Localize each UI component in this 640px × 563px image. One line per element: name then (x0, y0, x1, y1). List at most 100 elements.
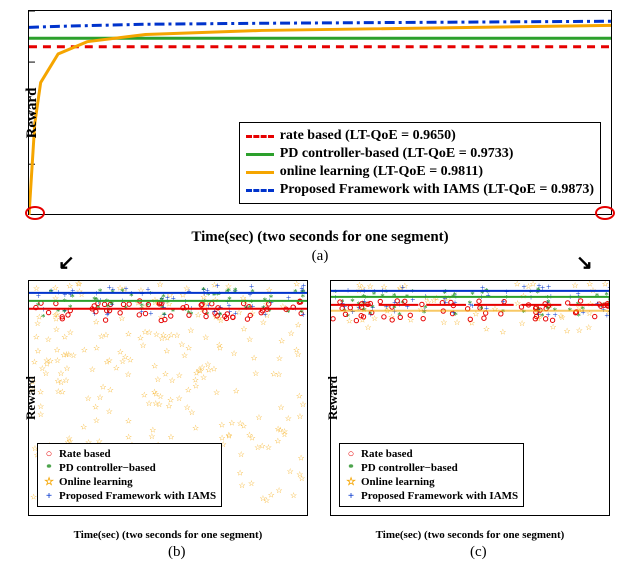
svg-text:*: * (148, 290, 153, 300)
chart-b-xlabel: Time(sec) (two seconds for one segment) (74, 529, 263, 541)
svg-text:*: * (68, 303, 73, 313)
svg-text:☆: ☆ (185, 343, 192, 352)
svg-text:☆: ☆ (281, 430, 288, 439)
chart-c-xlabel: Time(sec) (two seconds for one segment) (376, 529, 565, 541)
svg-text:*: * (41, 312, 46, 322)
svg-text:☆: ☆ (141, 390, 148, 399)
svg-text:☆: ☆ (187, 326, 194, 335)
svg-text:☆: ☆ (53, 325, 60, 334)
svg-text:☆: ☆ (585, 323, 592, 332)
svg-text:☆: ☆ (295, 320, 302, 329)
chart-a-ylabel: Reward (24, 87, 41, 138)
caption-c: (c) (470, 544, 487, 561)
svg-text:☆: ☆ (514, 299, 521, 308)
arrow-icon: ↘ (576, 250, 593, 275)
svg-text:☆: ☆ (99, 383, 106, 392)
svg-text:☆: ☆ (54, 377, 61, 386)
svg-text:☆: ☆ (151, 361, 158, 370)
svg-text:+: + (140, 289, 145, 299)
svg-text:☆: ☆ (270, 369, 277, 378)
svg-text:☆: ☆ (248, 479, 255, 488)
chart-c-legend: ○Rate based *PD controller−based ☆Online… (339, 443, 524, 507)
legend-c-item-0: Rate based (361, 448, 413, 460)
svg-text:☆: ☆ (298, 474, 305, 483)
legend-c-item-2: Online learning (361, 476, 435, 488)
svg-text:*: * (227, 287, 232, 297)
svg-text:☆: ☆ (274, 424, 281, 433)
svg-text:☆: ☆ (586, 281, 593, 288)
chart-c-scatter: ☆☆☆☆☆☆☆☆☆☆☆☆☆☆☆☆☆☆☆☆☆☆☆☆☆☆☆☆☆☆☆☆☆☆☆☆☆☆☆☆… (331, 281, 609, 336)
svg-text:☆: ☆ (287, 467, 294, 476)
legend-b-item-0: Rate based (59, 448, 111, 460)
svg-text:+: + (107, 282, 112, 292)
svg-text:☆: ☆ (93, 416, 100, 425)
svg-text:☆: ☆ (169, 376, 176, 385)
svg-text:☆: ☆ (276, 354, 283, 363)
svg-text:☆: ☆ (285, 414, 292, 423)
chart-panel-c: 0.7 0.8 0.9 1 398400 399200 400000 ☆☆☆☆☆… (330, 280, 610, 516)
svg-text:☆: ☆ (276, 486, 283, 495)
svg-text:☆: ☆ (255, 413, 262, 422)
legend-c-item-1: PD controller−based (361, 462, 458, 474)
svg-text:*: * (217, 290, 222, 300)
svg-text:☆: ☆ (156, 281, 163, 289)
svg-text:☆: ☆ (158, 334, 165, 343)
legend-b-item-2: Online learning (59, 476, 133, 488)
svg-text:*: * (218, 310, 223, 320)
svg-text:☆: ☆ (218, 420, 225, 429)
svg-text:☆: ☆ (67, 328, 74, 337)
svg-text:+: + (148, 308, 153, 318)
svg-text:*: * (521, 308, 526, 318)
svg-text:☆: ☆ (278, 337, 285, 346)
svg-text:☆: ☆ (106, 407, 113, 416)
svg-text:*: * (233, 286, 238, 296)
legend-a-item-3: Proposed Framework with IAMS (LT-QoE = 0… (280, 182, 594, 198)
svg-text:☆: ☆ (167, 432, 174, 441)
svg-text:☆: ☆ (81, 345, 88, 354)
svg-text:☆: ☆ (185, 385, 192, 394)
svg-text:☆: ☆ (254, 443, 261, 452)
svg-text:☆: ☆ (63, 364, 70, 373)
legend-a-item-2: online learning (LT-QoE = 0.9811) (280, 164, 483, 180)
svg-text:☆: ☆ (563, 326, 570, 335)
svg-text:☆: ☆ (98, 332, 105, 341)
svg-text:☆: ☆ (125, 433, 132, 442)
legend-b-item-3: Proposed Framework with IAMS (59, 490, 216, 502)
svg-text:*: * (162, 310, 167, 320)
svg-text:☆: ☆ (176, 394, 183, 403)
svg-text:☆: ☆ (228, 419, 235, 428)
svg-text:☆: ☆ (240, 325, 247, 334)
svg-text:☆: ☆ (66, 434, 73, 443)
svg-text:☆: ☆ (39, 364, 46, 373)
svg-text:☆: ☆ (45, 335, 52, 344)
svg-text:*: * (608, 298, 609, 308)
svg-text:☆: ☆ (238, 450, 245, 459)
svg-text:*: * (540, 312, 545, 322)
svg-text:☆: ☆ (251, 353, 258, 362)
chart-panel-b: 0.7 0.8 0.9 1 0 800 1600 2400 ☆☆☆☆☆☆☆☆☆☆… (28, 280, 308, 516)
svg-text:*: * (397, 311, 402, 321)
svg-text:☆: ☆ (236, 469, 243, 478)
legend-a-item-0: rate based (LT-QoE = 0.9650) (280, 128, 456, 144)
svg-text:☆: ☆ (296, 391, 303, 400)
svg-text:☆: ☆ (65, 350, 72, 359)
svg-text:☆: ☆ (113, 363, 120, 372)
svg-text:☆: ☆ (192, 381, 199, 390)
svg-text:☆: ☆ (239, 481, 246, 490)
svg-text:☆: ☆ (293, 345, 300, 354)
svg-text:☆: ☆ (106, 356, 113, 365)
arrow-icon: ↙ (58, 250, 75, 275)
svg-text:*: * (581, 304, 586, 314)
svg-text:☆: ☆ (93, 344, 100, 353)
svg-text:☆: ☆ (549, 322, 556, 331)
chart-c-ylabel: Reward (325, 376, 341, 420)
svg-text:☆: ☆ (148, 432, 155, 441)
svg-text:+: + (68, 290, 73, 300)
svg-text:☆: ☆ (34, 347, 41, 356)
svg-text:☆: ☆ (499, 327, 506, 336)
svg-text:☆: ☆ (205, 366, 212, 375)
svg-text:☆: ☆ (107, 386, 114, 395)
svg-text:☆: ☆ (213, 388, 220, 397)
svg-text:*: * (546, 305, 551, 315)
svg-text:☆: ☆ (146, 328, 153, 337)
